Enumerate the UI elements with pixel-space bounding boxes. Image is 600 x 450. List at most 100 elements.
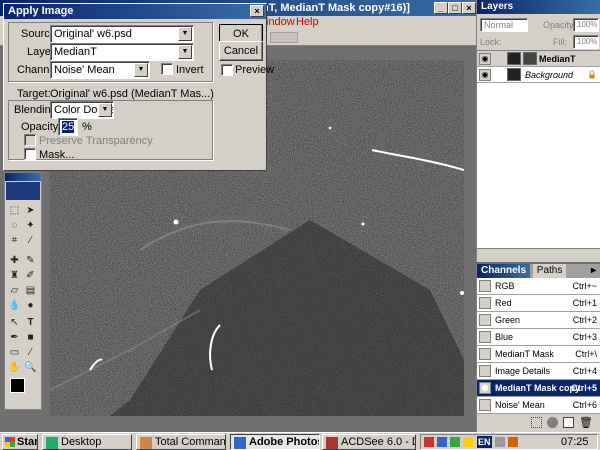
slice-tool-icon[interactable]: ∕ <box>23 233 38 248</box>
photoshop-title-text: nT, MedianT Mask copy#16)] <box>262 2 410 14</box>
save-selection-icon[interactable] <box>547 417 558 428</box>
new-channel-icon[interactable] <box>563 417 574 428</box>
zoom-tool-icon[interactable]: 🔍 <box>23 360 38 375</box>
taskbar-button-label: Adobe Photosh... <box>249 436 319 448</box>
close-button[interactable]: × <box>462 2 476 14</box>
preview-checkbox[interactable] <box>221 64 233 76</box>
lasso-tool-icon[interactable]: ◌ <box>7 218 22 233</box>
preserve-transparency-checkbox[interactable] <box>24 134 36 146</box>
shape-tool-icon[interactable]: ■ <box>23 330 38 345</box>
magic-wand-tool-icon[interactable]: ✦ <box>23 218 38 233</box>
maximize-button[interactable]: □ <box>448 2 462 14</box>
options-bar-button[interactable] <box>270 32 298 43</box>
eye-icon[interactable] <box>479 331 491 343</box>
move-tool-icon[interactable]: ➤ <box>23 203 38 218</box>
channel-name: Green <box>495 315 521 325</box>
tray-antivirus-icon[interactable] <box>450 437 460 447</box>
invert-checkbox[interactable] <box>161 63 173 75</box>
tray-messenger-icon[interactable] <box>463 437 473 447</box>
eye-icon[interactable]: ◉ <box>479 69 491 81</box>
tab-paths[interactable]: Paths <box>532 264 567 278</box>
channel-row[interactable]: Green Ctrl+2 <box>477 312 600 329</box>
dialog-close-button[interactable]: × <box>250 5 264 17</box>
clone-stamp-tool-icon[interactable]: ♜ <box>7 268 22 283</box>
layer-row[interactable]: ◉ MedianT <box>477 51 600 67</box>
path-selection-tool-icon[interactable]: ↖ <box>7 315 22 330</box>
source-select[interactable]: Original' w6.psd ▼ <box>50 25 194 43</box>
taskbar-button[interactable]: Adobe Photosh... <box>230 434 320 450</box>
eye-icon[interactable] <box>479 314 491 326</box>
channel-name: MedianT Mask <box>495 349 554 359</box>
channels-list: RGB Ctrl+~ Red Ctrl+1 Green Ctrl+2 Blue Ctrl+3 M… <box>477 278 600 414</box>
channel-name: Noise' Mean <box>495 400 545 410</box>
eyedropper-tool-icon[interactable]: ⁄ <box>23 345 38 360</box>
notes-tool-icon[interactable]: ▭ <box>7 345 22 360</box>
taskbar-button[interactable]: ACDSee 6.0 - D:\... <box>322 434 416 450</box>
menu-help[interactable]: Help <box>296 16 319 28</box>
channel-row[interactable]: Image Details Ctrl+4 <box>477 363 600 380</box>
eraser-tool-icon[interactable]: ▱ <box>7 283 22 298</box>
taskbar-button-label: Desktop <box>61 436 102 448</box>
brush-tool-icon[interactable]: ✎ <box>23 253 38 268</box>
channel-name: Red <box>495 298 512 308</box>
channel-row[interactable]: Noise' Mean Ctrl+6 <box>477 397 600 414</box>
eye-icon[interactable]: ◉ <box>479 382 491 394</box>
eye-icon[interactable]: ◉ <box>479 53 491 65</box>
trash-icon[interactable]: 🗑 <box>579 416 593 429</box>
type-tool-icon[interactable]: T <box>23 315 38 330</box>
channel-shortcut: Ctrl+2 <box>572 315 597 325</box>
source-value: Original' w6.psd <box>54 28 132 40</box>
eye-icon[interactable] <box>479 348 491 360</box>
mask-checkbox[interactable] <box>24 148 36 160</box>
dodge-tool-icon[interactable]: ● <box>23 298 38 313</box>
channel-row[interactable]: RGB Ctrl+~ <box>477 278 600 295</box>
channel-row[interactable]: ◉ MedianT Mask copy Ctrl+5 <box>477 380 600 397</box>
blur-tool-icon[interactable]: 💧 <box>7 298 22 313</box>
channel-row[interactable]: MedianT Mask Ctrl+\ <box>477 346 600 363</box>
panel-menu-icon[interactable]: ▸ <box>591 264 596 278</box>
taskbar-button-label: Total Commande... <box>155 436 226 448</box>
opacity-unit: % <box>82 121 92 133</box>
channel-row[interactable]: Blue Ctrl+3 <box>477 329 600 346</box>
opacity-input[interactable]: 25 <box>58 118 78 136</box>
channel-select[interactable]: Noise' Mean ▼ <box>50 61 150 79</box>
history-brush-tool-icon[interactable]: ✐ <box>23 268 38 283</box>
fill-input[interactable]: 100% <box>573 35 599 49</box>
minimize-button[interactable]: _ <box>434 2 448 14</box>
foreground-color-swatch[interactable] <box>10 378 25 393</box>
tab-channels[interactable]: Channels <box>477 264 531 278</box>
channel-row[interactable]: Red Ctrl+1 <box>477 295 600 312</box>
start-button[interactable]: Start <box>2 434 38 450</box>
hand-tool-icon[interactable]: ✋ <box>7 360 22 375</box>
chevron-down-icon: ▼ <box>98 103 112 117</box>
menu-window[interactable]: indow <box>266 16 295 28</box>
load-selection-icon[interactable] <box>531 417 542 428</box>
healing-brush-tool-icon[interactable]: ✚ <box>7 253 22 268</box>
chevron-down-icon: ▼ <box>178 45 192 59</box>
tray-language-indicator[interactable]: EN <box>477 436 492 448</box>
eye-icon[interactable] <box>479 297 491 309</box>
pen-tool-icon[interactable]: ✒ <box>7 330 22 345</box>
windows-logo-icon <box>5 437 15 447</box>
tray-misc-icon[interactable] <box>508 437 518 447</box>
gradient-tool-icon[interactable]: ▤ <box>23 283 38 298</box>
tray-app-icon[interactable] <box>424 437 434 447</box>
taskbar-button[interactable]: Total Commande... <box>136 434 226 450</box>
layer-select[interactable]: MedianT ▼ <box>50 43 194 61</box>
eye-icon[interactable] <box>479 399 491 411</box>
taskbar-button[interactable]: Desktop <box>42 434 132 450</box>
marquee-tool-icon[interactable]: ⬚ <box>7 203 22 218</box>
eye-icon[interactable] <box>479 365 491 377</box>
blending-select[interactable]: Color Dodge ▼ <box>50 101 114 119</box>
layer-row[interactable]: ◉ Background 🔒 <box>477 67 600 83</box>
tray-network-icon[interactable] <box>437 437 447 447</box>
tray-volume-icon[interactable] <box>495 437 505 447</box>
clock[interactable]: 07:25 <box>561 436 589 449</box>
layers-empty-area <box>477 84 600 248</box>
blend-mode-select[interactable]: Normal <box>480 18 528 32</box>
layer-opacity-input[interactable]: 100% <box>573 18 599 32</box>
eye-icon[interactable] <box>479 280 491 292</box>
crop-tool-icon[interactable]: ⌗ <box>7 233 22 248</box>
cancel-button[interactable]: Cancel <box>219 41 263 61</box>
layers-panel-footer <box>477 248 600 262</box>
